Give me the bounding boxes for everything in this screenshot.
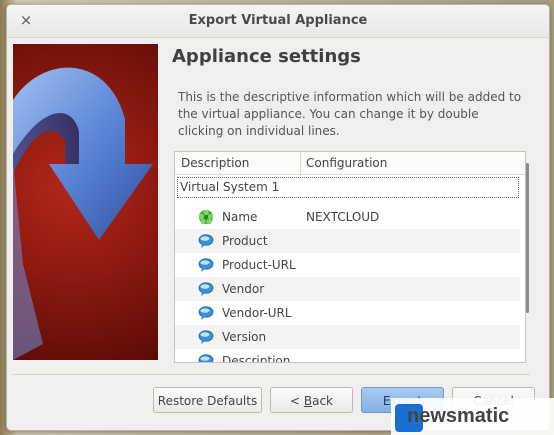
tree-scrollbar[interactable] [526, 163, 529, 313]
page-description: This is the descriptive information whic… [178, 90, 522, 138]
tree-header: Description Configuration [175, 152, 525, 175]
watermark-text: newsmatic [407, 405, 510, 427]
button-separator [12, 374, 530, 375]
tree-row-name[interactable]: Name NEXTCLOUD [175, 205, 520, 229]
tree-row-product[interactable]: Product [175, 229, 520, 253]
speech-bubble-icon [198, 234, 214, 248]
speech-bubble-icon [198, 282, 214, 296]
row-label: Vendor-URL [222, 306, 292, 320]
row-label: Product [222, 234, 268, 248]
back-button[interactable]: < Back [270, 387, 353, 413]
back-mnemonic: B [303, 394, 313, 408]
back-rest: ack [312, 394, 333, 408]
speech-bubble-icon [198, 330, 214, 344]
row-label: Vendor [222, 282, 265, 296]
restore-defaults-button[interactable]: Restore Defaults [153, 387, 262, 413]
back-prefix: < [289, 394, 304, 408]
row-label: Name [222, 210, 258, 224]
title-bar: × Export Virtual Appliance [7, 5, 549, 38]
group-label: Virtual System 1 [180, 180, 280, 194]
page-title: Appliance settings [172, 46, 361, 67]
name-tag-icon [198, 209, 214, 225]
row-label: Description [222, 354, 291, 363]
speech-bubble-icon [198, 306, 214, 320]
export-arrow-icon [13, 67, 153, 360]
column-header-description[interactable]: Description [181, 156, 249, 170]
speech-bubble-icon [198, 354, 214, 362]
row-label: Version [222, 330, 267, 344]
window-title: Export Virtual Appliance [188, 13, 368, 28]
row-label: Product-URL [222, 258, 296, 272]
wizard-banner-image [13, 44, 158, 360]
tree-row-description[interactable]: Description [175, 349, 520, 363]
row-value[interactable]: NEXTCLOUD [306, 210, 379, 224]
column-header-configuration[interactable]: Configuration [306, 156, 387, 170]
appliance-settings-tree[interactable]: Description Configuration Virtual System… [174, 151, 526, 363]
speech-bubble-icon [198, 258, 214, 272]
tree-group-virtual-system[interactable]: Virtual System 1 [177, 177, 519, 198]
tree-row-vendor[interactable]: Vendor [175, 277, 520, 301]
tree-row-vendor-url[interactable]: Vendor-URL [175, 301, 520, 325]
newsmatic-watermark: newsmatic [391, 398, 554, 435]
tree-row-product-url[interactable]: Product-URL [175, 253, 520, 277]
column-divider[interactable] [300, 152, 301, 174]
tree-row-version[interactable]: Version [175, 325, 520, 349]
